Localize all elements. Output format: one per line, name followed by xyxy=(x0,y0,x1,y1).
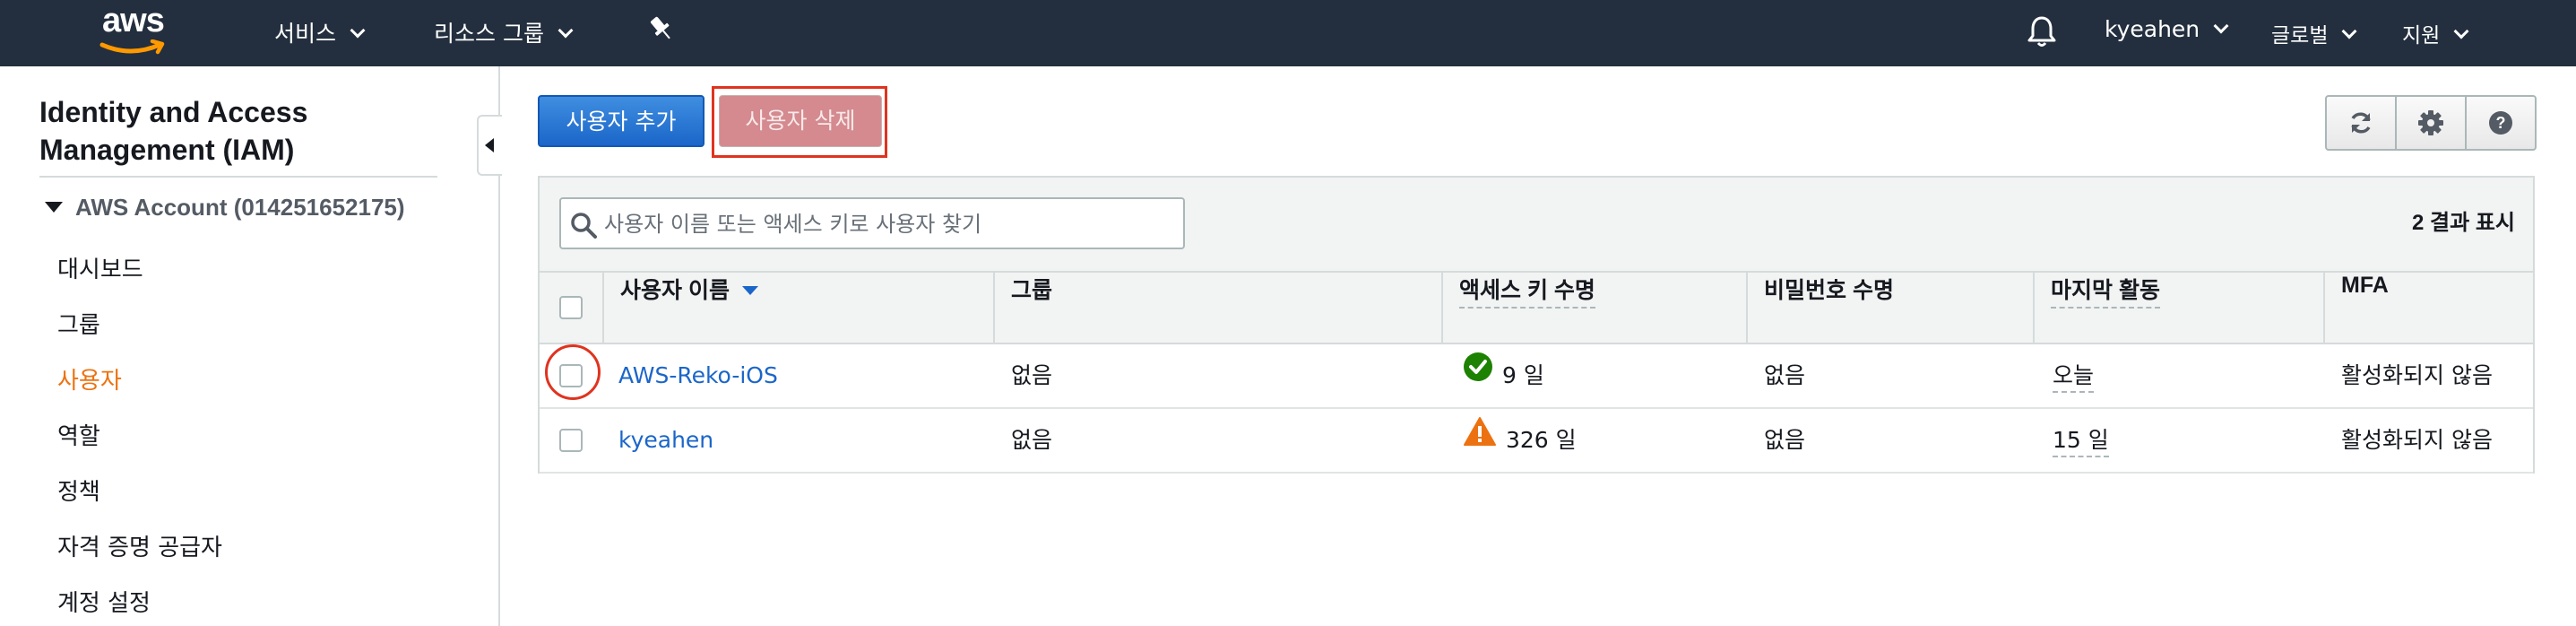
warning-icon xyxy=(1463,408,1497,471)
sidebar-item-account-settings[interactable]: 계정 설정 xyxy=(57,585,151,618)
result-count: 2 결과 표시 xyxy=(2411,211,2515,235)
support-label: 지원 xyxy=(2402,24,2441,48)
last-activity-cell: 오늘 xyxy=(2053,344,2095,407)
column-header-password-age[interactable]: 비밀번호 수명 xyxy=(1764,273,1894,343)
access-key-age-cell: 9 일 xyxy=(1463,344,1544,407)
sidebar-item-policies[interactable]: 정책 xyxy=(57,474,100,507)
column-header-group[interactable]: 그룹 xyxy=(1011,273,1052,343)
support-menu[interactable]: 지원 xyxy=(2402,18,2469,48)
column-header-username[interactable]: 사용자 이름 xyxy=(620,273,758,343)
sort-descending-icon xyxy=(741,286,758,295)
column-divider xyxy=(2323,273,2325,343)
sidebar-divider xyxy=(39,176,437,178)
account-menu[interactable]: kyeahen xyxy=(2105,16,2229,42)
group-cell: 없음 xyxy=(1011,427,1053,453)
chevron-down-icon xyxy=(2453,23,2469,39)
refresh-icon xyxy=(2351,112,2371,134)
chevron-down-icon xyxy=(350,22,366,39)
services-menu[interactable]: 서비스 xyxy=(274,16,366,48)
top-navigation-bar: aws 서비스 리소스 그룹 kyeahen 글로벌 지원 xyxy=(0,0,2576,66)
resource-groups-menu[interactable]: 리소스 그룹 xyxy=(434,16,574,48)
sidebar-item-groups[interactable]: 그룹 xyxy=(57,307,100,340)
pin-icon[interactable] xyxy=(649,14,674,48)
sidebar-item-users[interactable]: 사용자 xyxy=(57,362,122,396)
aws-account-toggle[interactable]: AWS Account (014251652175) xyxy=(45,194,405,222)
help-button[interactable]: ? xyxy=(2467,97,2535,149)
table-header: 사용자 이름 그룹 액세스 키 수명 비밀번호 수명 마지막 활동 MFA xyxy=(540,271,2533,344)
last-activity-cell: 15 일 xyxy=(2053,409,2109,472)
chevron-down-icon xyxy=(558,22,574,39)
username-link[interactable]: kyeahen xyxy=(618,409,713,472)
search-input[interactable] xyxy=(602,206,1171,242)
column-header-last-activity-label: 마지막 활동 xyxy=(2051,278,2160,309)
sidebar-item-dashboard[interactable]: 대시보드 xyxy=(57,251,143,284)
aws-account-label: AWS Account (014251652175) xyxy=(75,194,405,221)
smile-arrow-icon xyxy=(99,39,165,55)
check-circle-icon xyxy=(1463,343,1493,406)
column-divider xyxy=(602,273,604,343)
region-menu[interactable]: 글로벌 xyxy=(2271,18,2357,48)
search-icon xyxy=(571,213,597,239)
table-row[interactable]: AWS-Reko-iOS 없음 9 일 없음 오늘 활성화되지 않음 xyxy=(540,344,2533,409)
settings-button[interactable] xyxy=(2397,97,2467,149)
account-name: kyeahen xyxy=(2105,16,2200,42)
delete-user-button[interactable]: 사용자 삭제 xyxy=(719,95,882,147)
users-table-panel: 2 결과 표시 사용자 이름 그룹 액세스 키 수명 비밀번호 수명 마지막 활… xyxy=(538,176,2535,474)
caret-down-icon xyxy=(45,202,63,213)
column-header-username-label: 사용자 이름 xyxy=(620,278,730,303)
group-cell: 없음 xyxy=(1011,362,1053,388)
column-divider xyxy=(1441,273,1443,343)
column-header-last-activity[interactable]: 마지막 활동 xyxy=(2051,273,2160,343)
refresh-button[interactable] xyxy=(2327,97,2397,149)
column-divider xyxy=(2033,273,2035,343)
sidebar-item-identity-providers[interactable]: 자격 증명 공급자 xyxy=(57,529,222,562)
last-activity-value: 15 일 xyxy=(2053,427,2109,457)
row-checkbox[interactable] xyxy=(559,364,583,387)
chevron-down-icon xyxy=(2213,18,2229,34)
chevron-down-icon xyxy=(2341,23,2357,39)
svg-text:?: ? xyxy=(2496,114,2506,132)
bell-icon[interactable] xyxy=(2026,14,2058,48)
username-link[interactable]: AWS-Reko-iOS xyxy=(618,344,778,407)
column-header-mfa[interactable]: MFA xyxy=(2341,273,2389,343)
table-search-bar: 2 결과 표시 xyxy=(540,178,2533,271)
access-key-age-cell: 326 일 xyxy=(1463,409,1577,472)
gear-icon xyxy=(2418,110,2443,135)
sidebar-item-roles[interactable]: 역할 xyxy=(57,418,100,451)
last-activity-value: 오늘 xyxy=(2053,362,2095,393)
column-divider xyxy=(993,273,995,343)
region-label: 글로벌 xyxy=(2271,24,2329,48)
row-checkbox[interactable] xyxy=(559,429,583,452)
caret-left-icon xyxy=(485,138,494,152)
mfa-cell: 활성화되지 않음 xyxy=(2341,362,2493,388)
toolbar-icon-group: ? xyxy=(2325,95,2537,151)
help-icon: ? xyxy=(2489,111,2512,135)
logo-text: aws xyxy=(102,2,165,39)
services-label: 서비스 xyxy=(274,21,337,47)
search-box xyxy=(559,197,1185,249)
aws-logo[interactable]: aws xyxy=(97,2,183,59)
password-age-cell: 없음 xyxy=(1764,362,1806,388)
column-divider xyxy=(1746,273,1748,343)
column-header-access-key-age[interactable]: 액세스 키 수명 xyxy=(1459,273,1595,343)
resource-groups-label: 리소스 그룹 xyxy=(434,21,544,47)
sidebar-collapse-button[interactable] xyxy=(477,115,502,176)
access-key-age-value: 9 일 xyxy=(1502,362,1544,388)
add-user-button[interactable]: 사용자 추가 xyxy=(538,95,705,147)
select-all-checkbox[interactable] xyxy=(559,296,583,319)
sidebar-title: Identity and Access Management (IAM) xyxy=(39,96,308,166)
mfa-cell: 활성화되지 않음 xyxy=(2341,427,2493,453)
column-header-access-key-age-label: 액세스 키 수명 xyxy=(1459,278,1595,309)
table-row[interactable]: kyeahen 없음 326 일 없음 15 일 활성화되지 않음 xyxy=(540,409,2533,474)
password-age-cell: 없음 xyxy=(1764,427,1806,453)
access-key-age-value: 326 일 xyxy=(1506,427,1577,453)
